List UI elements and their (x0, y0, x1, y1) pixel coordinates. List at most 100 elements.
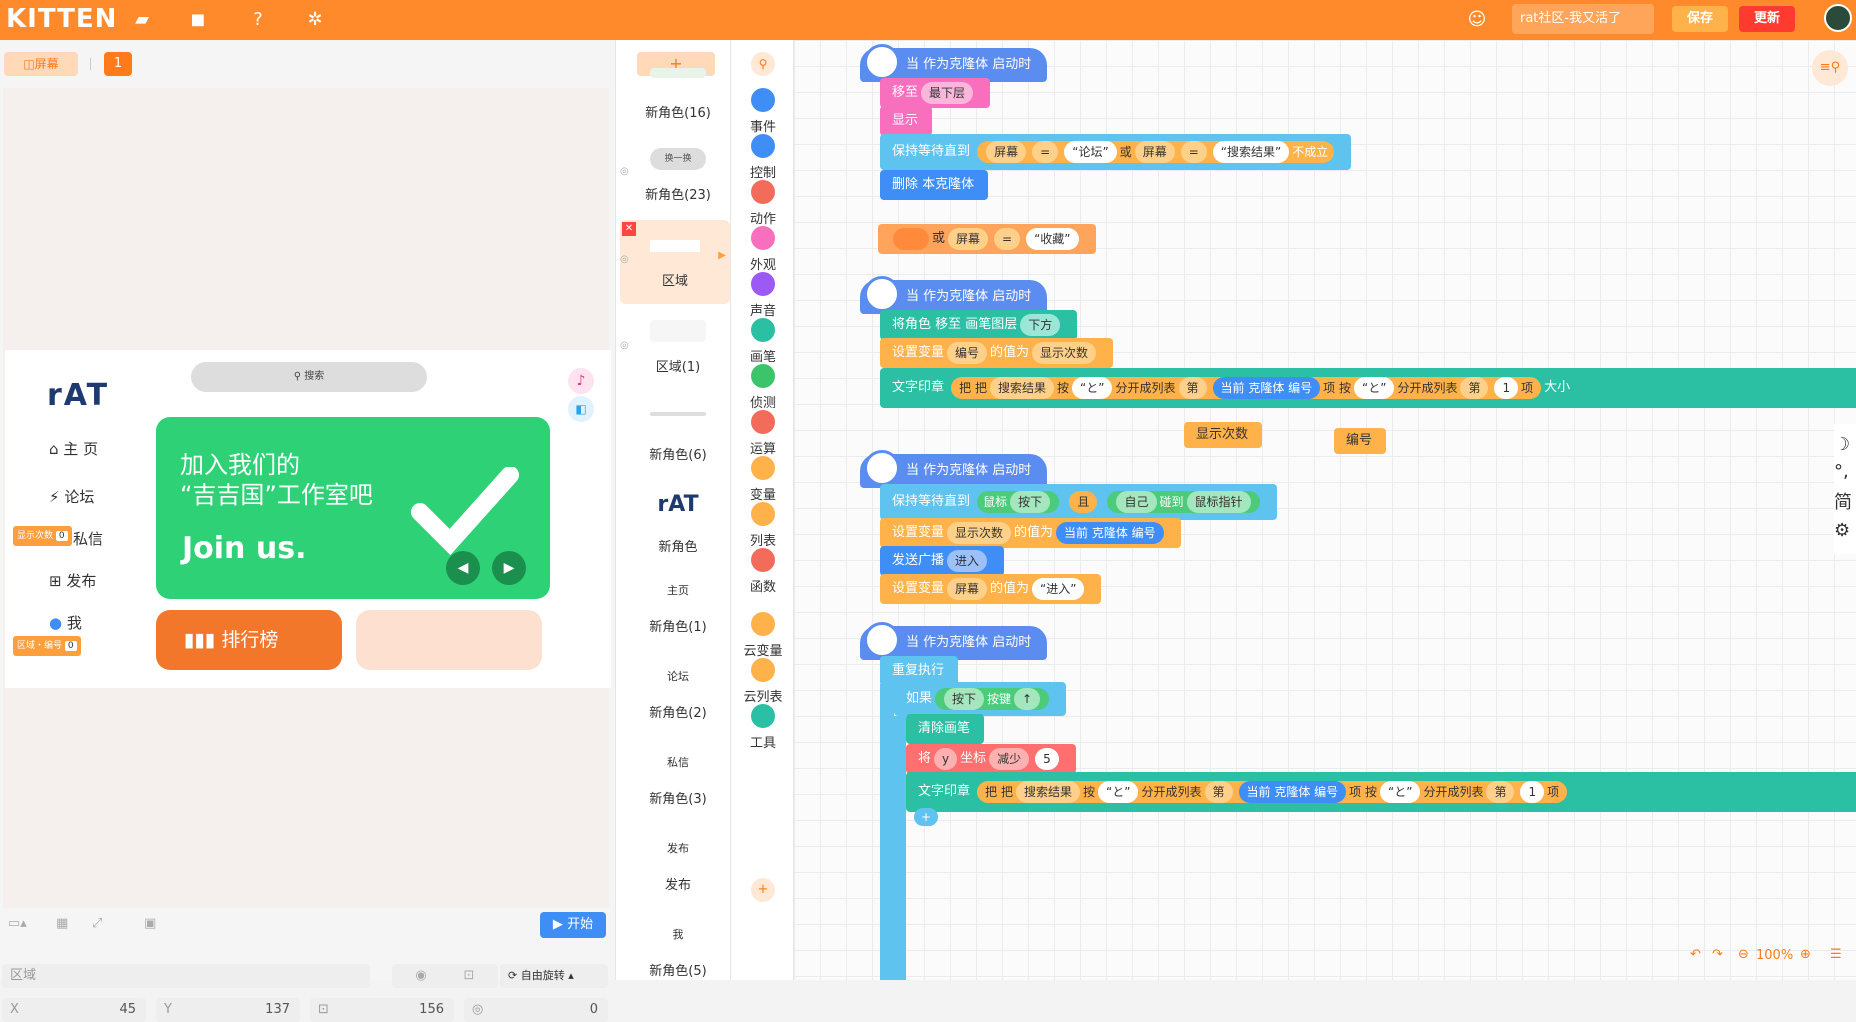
save-button[interactable]: 保存 (1672, 6, 1728, 32)
string-input[interactable]: “搜索结果” (1212, 141, 1290, 163)
empty-card[interactable] (356, 610, 542, 670)
block-text-stamp[interactable]: 文字印章 把 把搜索结果按 “と” 分开成列表第当前 克隆体 编号项 按 “と” 分开成… (906, 772, 1856, 812)
search-bar[interactable]: ⚲ 搜索 (191, 362, 427, 392)
code-workspace[interactable]: ≡⚲ 当 作为克隆体 启动时 移至 最下层 显示 保持等待直到 屏幕 = “论坛” 或屏… (794, 40, 1856, 980)
or-operator[interactable]: 屏幕 = “论坛” 或屏幕 = “搜索结果” 不成立 (977, 140, 1335, 163)
x-field[interactable]: X 45 (2, 998, 146, 1022)
op-dropdown[interactable]: = (994, 227, 1021, 250)
sprite-name-input[interactable]: 区域 (2, 964, 370, 988)
nav-me[interactable]: ● 我 (49, 612, 82, 633)
gear-icon[interactable]: ✲ (303, 8, 327, 32)
join-banner[interactable]: 加入我们的 “吉吉国”工作室吧 Join us. ◀ ▶ (156, 417, 550, 599)
size-field[interactable]: ⊡ 156 (310, 998, 454, 1022)
hat-block[interactable]: 当 作为克隆体 启动时 (860, 44, 1048, 82)
moon-icon[interactable]: ☽ (1834, 434, 1856, 455)
sprite-item[interactable]: 换一换 新角色(23) (636, 134, 720, 214)
loose-var-reporter[interactable]: 显示次数 (1184, 422, 1263, 448)
block-set-variable[interactable]: 设置变量 显示次数 的值为 当前 克隆体 编号 (880, 518, 1181, 548)
nav-forum[interactable]: ⚡ 论坛 (49, 486, 94, 507)
sprite-item[interactable]: 我新角色(5) (636, 910, 720, 990)
press-dropdown[interactable]: 按下 (1010, 491, 1051, 513)
bag-icon[interactable]: ◼ (186, 8, 210, 32)
category-item[interactable]: 函数 (731, 548, 795, 602)
layer-dropdown[interactable]: 最下层 (921, 81, 974, 104)
message-dropdown[interactable]: 进入 (947, 549, 988, 572)
block-move-layer[interactable]: 移至 最下层 (880, 78, 991, 108)
hidden-eye-icon[interactable]: ◎ (620, 254, 629, 265)
folder-icon[interactable]: ▰ (130, 8, 154, 32)
delete-icon[interactable]: ✕ (622, 222, 636, 236)
block-set-variable[interactable]: 设置变量 编号 的值为 显示次数 (880, 338, 1114, 368)
string-input[interactable]: “论坛” (1064, 141, 1117, 163)
loose-or-reporter[interactable]: 或屏幕 = “收藏” (878, 224, 1096, 254)
settings-icon[interactable]: ⚙ (1834, 520, 1856, 541)
clone-id-reporter[interactable]: 当前 克隆体 编号 (1238, 781, 1347, 803)
punctuation-icon[interactable]: °, (1834, 461, 1856, 482)
number-input[interactable]: 1 (1494, 377, 1519, 399)
y-field[interactable]: Y 137 (156, 998, 300, 1022)
pointer-dropdown[interactable]: 鼠标指针 (1186, 491, 1251, 513)
add-block-plus-icon[interactable]: + (914, 808, 938, 826)
hidden-eye-icon[interactable]: ◎ (620, 340, 629, 351)
chevron-right-icon[interactable]: ▶ (718, 250, 726, 261)
nav-message[interactable]: 私信 (73, 528, 103, 549)
block-show[interactable]: 显示 (880, 106, 933, 136)
var-dropdown[interactable]: 显示次数 (947, 521, 1012, 544)
block-broadcast[interactable]: 发送广播 进入 (880, 546, 1005, 576)
workspace-search-icon[interactable]: ≡⚲ (1812, 50, 1848, 86)
var-reporter[interactable]: 显示次数 (1032, 341, 1097, 364)
present-icon[interactable]: ▣ (144, 916, 156, 931)
prev-button[interactable]: ◀ (446, 551, 480, 585)
align-icon[interactable]: ☰ (1830, 947, 1842, 962)
stage-size-icon[interactable]: ▭▴ (8, 916, 27, 931)
number-input[interactable]: 1 (1520, 781, 1545, 803)
grid-icon[interactable]: ▦ (56, 916, 68, 931)
rotation-mode-select[interactable]: ⟳ 自由旋转 ▴ (500, 964, 608, 988)
search-blocks-icon[interactable]: ⚲ (751, 52, 775, 76)
var-dropdown[interactable]: 屏幕 (1134, 141, 1175, 163)
block-pen-layer[interactable]: 将角色 移至 画笔图层 下方 (880, 310, 1078, 340)
start-button[interactable]: ▶ 开始 (540, 912, 606, 938)
hidden-eye-icon[interactable]: ◎ (620, 166, 629, 177)
var-dropdown[interactable]: 屏幕 (986, 141, 1027, 163)
sprite-item-selected[interactable]: 区域 ✕ ▶ (620, 220, 730, 304)
string-input[interactable]: “进入” (1032, 577, 1085, 600)
update-button[interactable]: 更新 (1739, 6, 1795, 32)
target-dropdown[interactable]: 自己 (1116, 491, 1157, 513)
redo-icon[interactable]: ↷ (1712, 947, 1723, 962)
add-user-icon[interactable]: ☺ (1465, 8, 1489, 32)
block-wait-until[interactable]: 保持等待直到 鼠标 按下 且 自己 碰到 鼠标指针 (880, 484, 1277, 520)
fullscreen-icon[interactable]: ⤢ (92, 916, 102, 931)
string-input[interactable]: “と” (1354, 377, 1395, 399)
stage-canvas[interactable]: ⚲ 搜索 rAT ♪ ◧ ⌂ 主 页 ⚡ 论坛 显示次数 0 私信 ⊞ 发布 ●… (5, 350, 611, 688)
hat-block[interactable]: 当 作为克隆体 启动时 (860, 276, 1048, 314)
block-wait-until[interactable]: 保持等待直到 屏幕 = “论坛” 或屏幕 = “搜索结果” 不成立 (880, 134, 1352, 170)
zoom-out-icon[interactable]: ⊖ (1738, 947, 1749, 962)
tab-screen[interactable]: ◫屏幕 (4, 52, 78, 76)
var-dropdown[interactable]: 编号 (947, 341, 988, 364)
var-dropdown[interactable]: 屏幕 (947, 577, 988, 600)
next-button[interactable]: ▶ (492, 551, 526, 585)
string-input[interactable]: “收藏” (1026, 227, 1079, 250)
page-number[interactable]: 1 (104, 52, 132, 76)
block-clear-pen[interactable]: 清除画笔 (906, 714, 985, 744)
list-dropdown[interactable]: 搜索结果 (1016, 781, 1081, 803)
loose-var-reporter[interactable]: 编号 (1334, 428, 1387, 454)
key-dropdown[interactable]: ↑ (1014, 688, 1041, 710)
hat-block[interactable]: 当 作为克隆体 启动时 (860, 450, 1048, 488)
sprite-item[interactable]: rAT 新角色 (636, 480, 720, 560)
nav-home[interactable]: ⌂ 主 页 (49, 438, 98, 459)
sprite-item[interactable]: 新角色(6) (636, 394, 720, 474)
nth-dropdown[interactable]: 第 (1460, 377, 1489, 399)
music-icon[interactable]: ♪ (568, 368, 594, 394)
string-input[interactable]: “と” (1098, 781, 1139, 803)
project-name-input[interactable]: rat社区-我又活了 (1512, 4, 1654, 34)
sprite-item[interactable]: 私信 新角色(3) (636, 738, 720, 818)
add-extension-button[interactable]: + (751, 878, 775, 902)
press-dropdown[interactable]: 按下 (944, 688, 985, 710)
block-change-coord[interactable]: 将 y 坐标 减少 5 (906, 744, 1076, 774)
sprite-item[interactable]: 论坛 新角色(2) (636, 652, 720, 732)
zoom-in-icon[interactable]: ⊕ (1800, 947, 1811, 962)
help-icon[interactable]: ? (246, 8, 270, 32)
avatar[interactable] (1824, 4, 1852, 32)
